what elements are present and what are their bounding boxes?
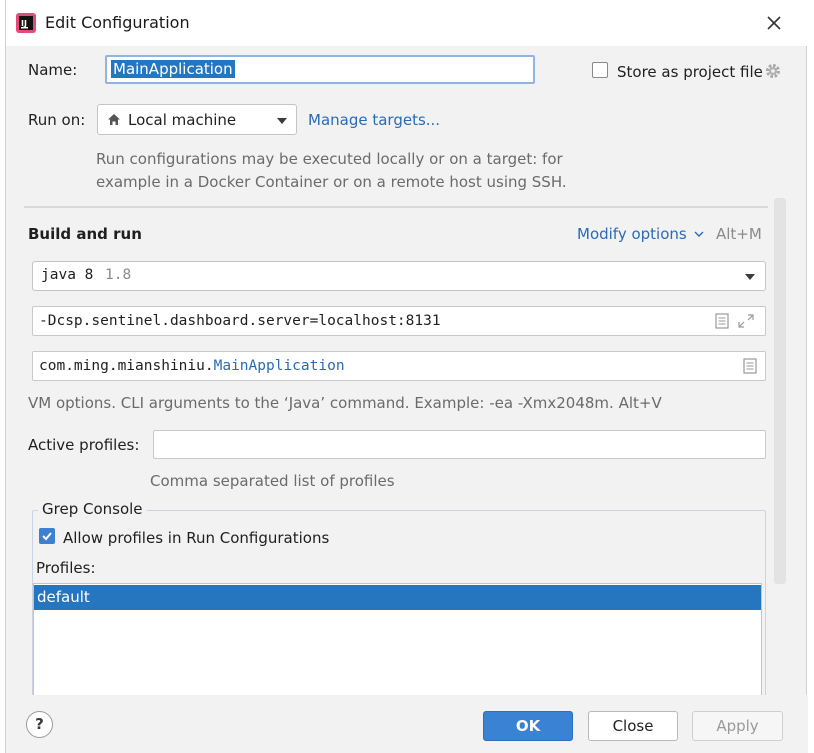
vertical-scrollbar[interactable] (774, 198, 786, 584)
section-divider (24, 206, 768, 208)
expand-icon[interactable] (738, 314, 754, 328)
store-as-project-file-checkbox[interactable] (592, 62, 608, 78)
active-profiles-hint: Comma separated list of profiles (150, 472, 395, 490)
ok-button[interactable]: OK (483, 711, 573, 741)
close-icon[interactable] (763, 12, 785, 34)
home-icon (108, 114, 120, 125)
active-profiles-input[interactable] (153, 430, 766, 459)
title-bar: IJ Edit Configuration (6, 0, 808, 46)
name-label: Name: (28, 61, 78, 79)
chevron-down-icon (277, 118, 287, 124)
svg-text:IJ: IJ (21, 19, 27, 28)
allow-profiles-checkbox[interactable] (39, 528, 55, 544)
jdk-version: 1.8 (105, 267, 132, 283)
profiles-label: Profiles: (36, 559, 96, 577)
jdk-name: java 8 (41, 267, 94, 283)
profiles-list[interactable]: default (33, 583, 762, 703)
modify-options-shortcut: Alt+M (716, 225, 762, 243)
document-icon[interactable] (715, 313, 729, 329)
help-button[interactable]: ? (26, 711, 53, 738)
intellij-app-icon: IJ (16, 13, 36, 33)
vm-options-value: -Dcsp.sentinel.dashboard.server=localhos… (39, 313, 441, 329)
run-on-hint-line1: Run configurations may be executed local… (96, 150, 563, 168)
dialog-title: Edit Configuration (45, 13, 190, 32)
main-class-field[interactable]: com.ming.mianshiniu.MainApplication (32, 351, 766, 381)
vm-options-hint: VM options. CLI arguments to the ‘Java’ … (28, 394, 662, 412)
dialog-footer (6, 695, 808, 753)
main-class-value: com.ming.mianshiniu.MainApplication (39, 358, 345, 374)
manage-targets-link[interactable]: Manage targets... (308, 111, 440, 129)
run-on-dropdown[interactable]: Local machine (97, 104, 297, 135)
gear-icon[interactable] (764, 62, 782, 80)
chevron-down-icon (745, 274, 755, 280)
name-input-value: MainApplication (111, 60, 235, 78)
main-class-package: com.ming.mianshiniu. (39, 358, 214, 374)
vm-options-field[interactable]: -Dcsp.sentinel.dashboard.server=localhos… (32, 306, 766, 336)
close-button[interactable]: Close (588, 711, 678, 741)
modify-options-link[interactable]: Modify options (577, 225, 687, 243)
build-and-run-heading: Build and run (28, 225, 142, 243)
document-icon[interactable] (743, 358, 757, 374)
edit-configuration-dialog: IJ Edit Configuration Name: MainApplicat… (5, 0, 808, 753)
checkmark-icon (42, 532, 52, 541)
grep-console-title: Grep Console (38, 500, 147, 518)
allow-profiles-label[interactable]: Allow profiles in Run Configurations (63, 529, 329, 547)
list-item[interactable]: default (34, 585, 761, 610)
run-on-label: Run on: (28, 111, 86, 129)
profile-name: default (37, 588, 90, 606)
name-input[interactable]: MainApplication (105, 55, 535, 84)
main-class-name: MainApplication (213, 358, 345, 374)
store-as-project-file-label[interactable]: Store as project file (617, 63, 763, 81)
apply-button[interactable]: Apply (692, 711, 783, 741)
jdk-dropdown[interactable]: java 8 1.8 (32, 261, 766, 291)
chevron-down-icon[interactable] (694, 230, 704, 238)
active-profiles-label: Active profiles: (28, 436, 140, 454)
run-on-value: Local machine (128, 111, 237, 129)
run-on-hint-line2: example in a Docker Container or on a re… (96, 173, 567, 191)
